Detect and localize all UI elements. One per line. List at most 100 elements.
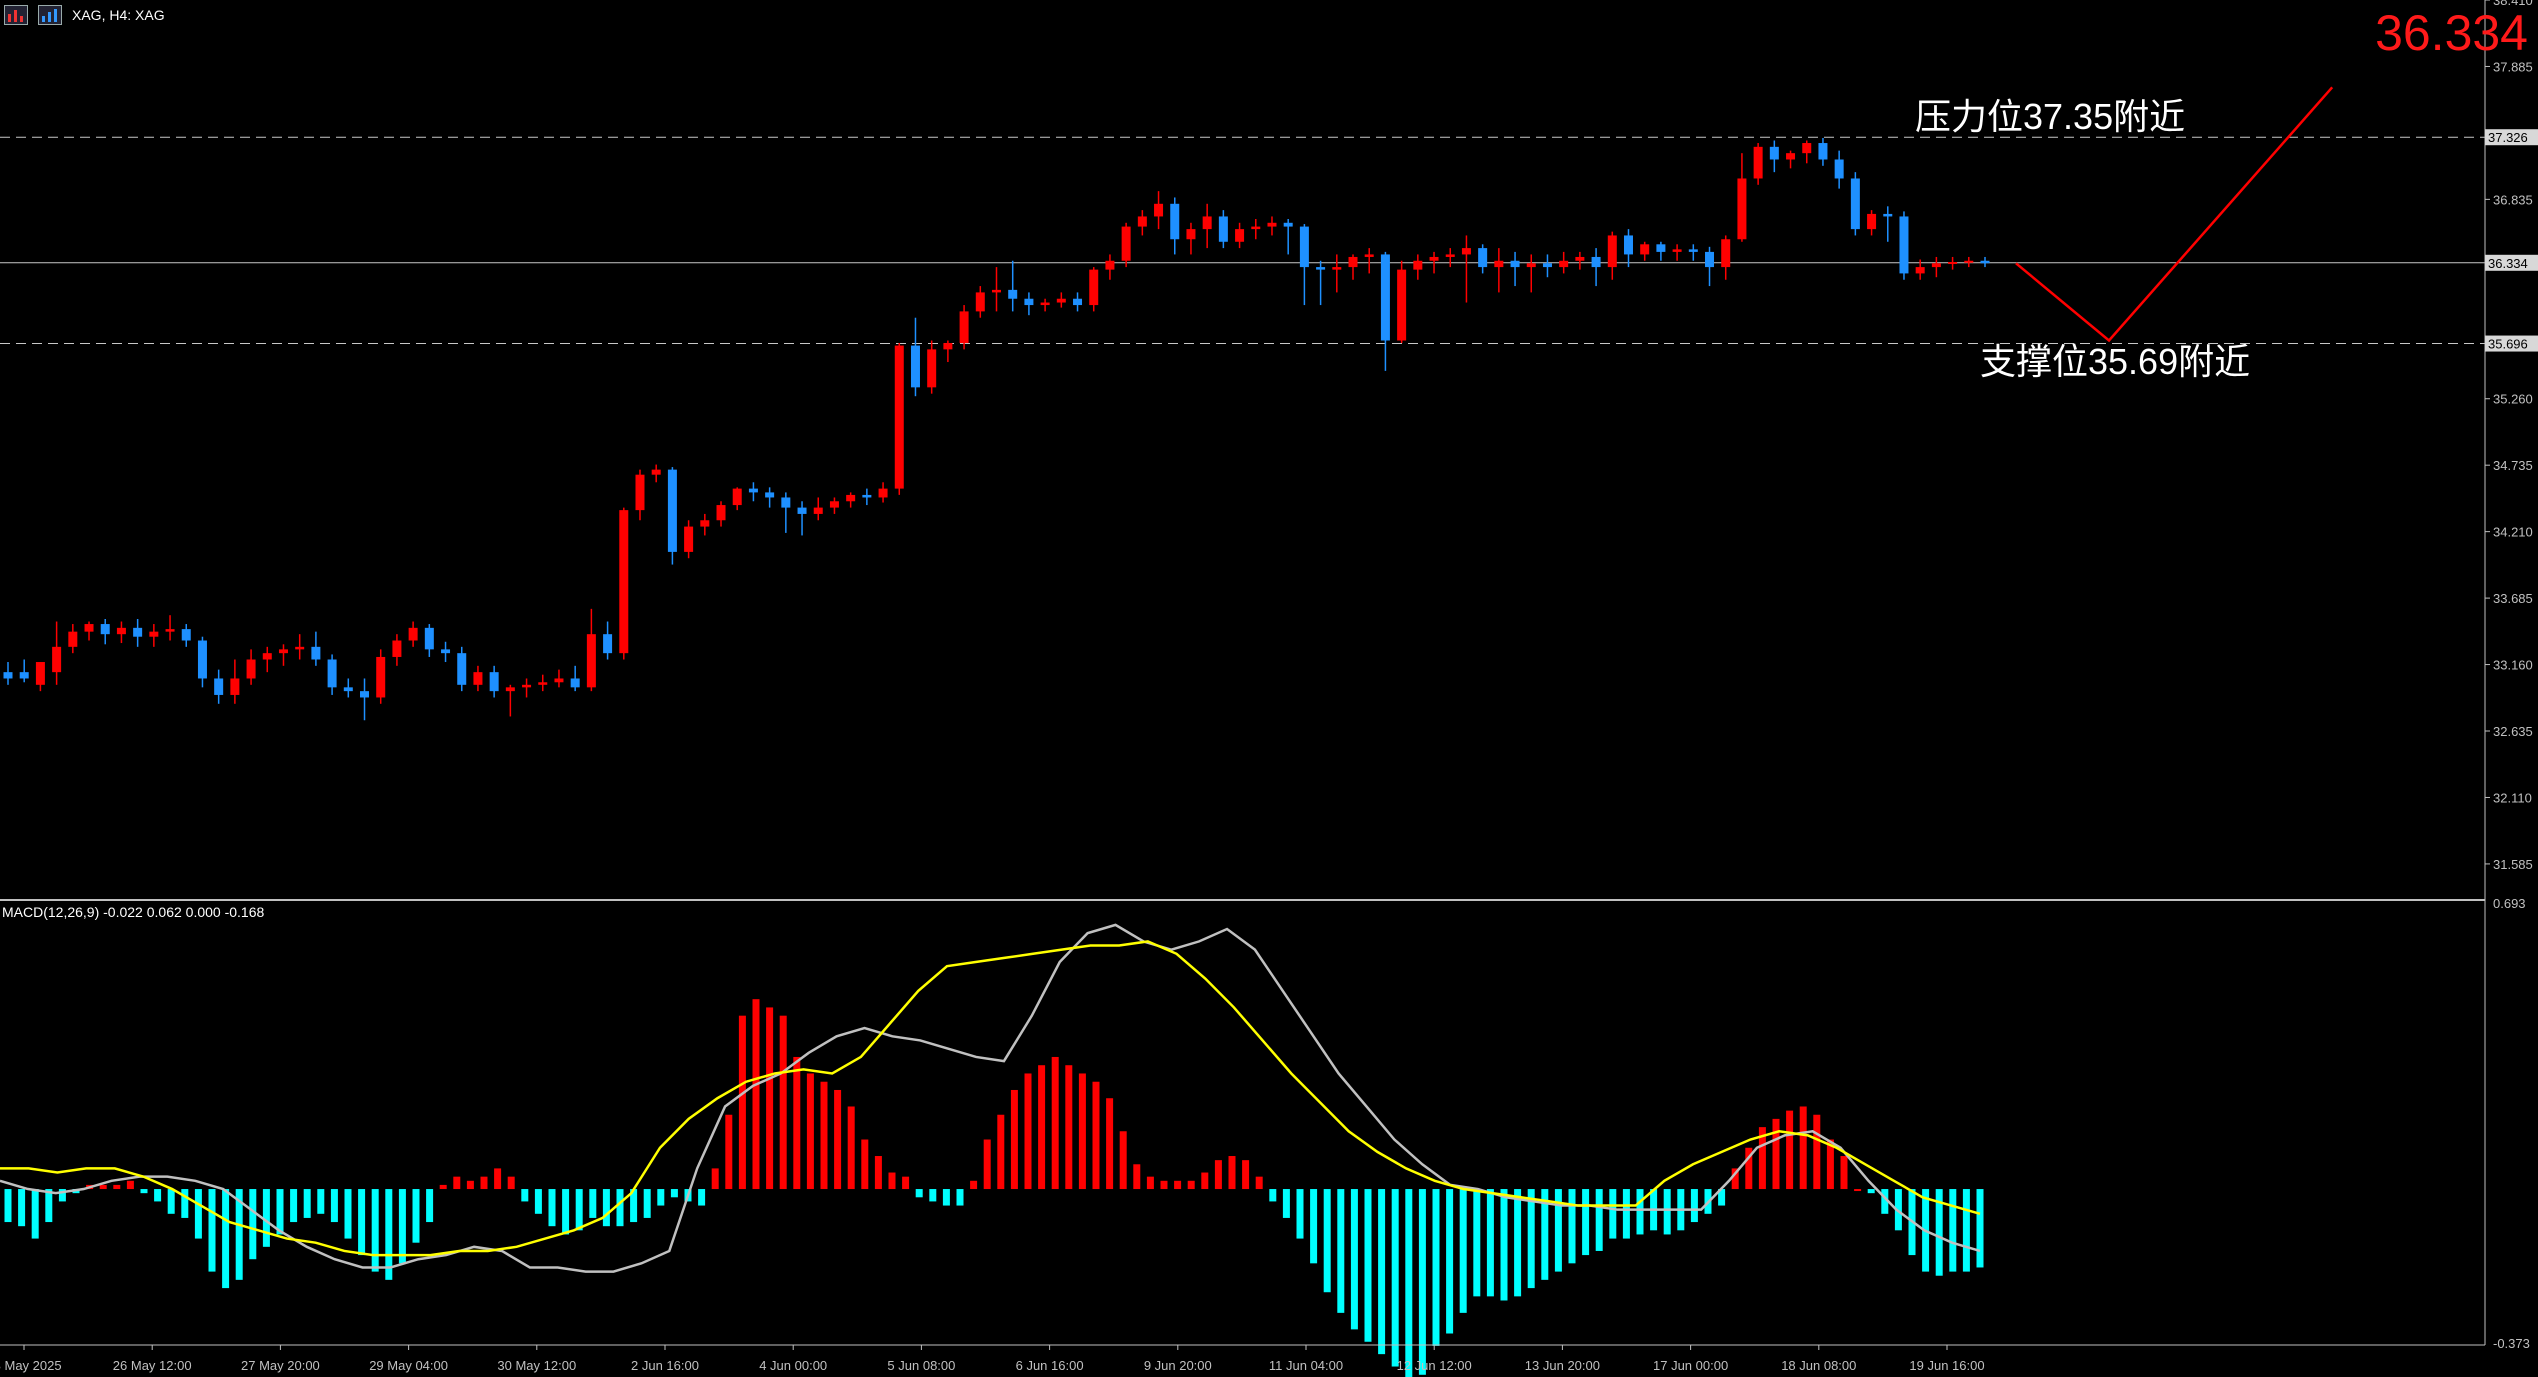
macd-histogram-bar	[1609, 1189, 1617, 1239]
macd-y-tick-label: -0.373	[2493, 1336, 2530, 1351]
y-tick-label: 35.260	[2493, 392, 2533, 407]
macd-histogram-bar	[412, 1189, 420, 1243]
candle-body	[1688, 249, 1698, 252]
candle-body	[1235, 229, 1245, 242]
candle-body	[1575, 256, 1585, 261]
candle-body	[1591, 256, 1601, 268]
candle-body	[1753, 146, 1763, 179]
macd-histogram-bar	[847, 1106, 855, 1190]
macd-histogram-bar	[1446, 1189, 1454, 1334]
macd-histogram-bar	[1622, 1189, 1630, 1239]
macd-histogram-bar	[126, 1180, 134, 1190]
macd-histogram-bar	[453, 1176, 461, 1190]
x-tick-label: 13 Jun 20:00	[1525, 1358, 1600, 1373]
candle-body	[1218, 216, 1228, 242]
candle-body	[473, 672, 483, 685]
macd-histogram-bar	[1949, 1189, 1957, 1272]
chart-icon[interactable]	[38, 5, 62, 25]
candle-body	[1542, 263, 1552, 268]
chart-title-bar: XAG, H4: XAG	[0, 0, 165, 30]
candle-body	[667, 469, 677, 552]
macd-histogram-bar	[766, 1007, 774, 1190]
candle-body	[1121, 226, 1131, 261]
candle-body	[1510, 260, 1520, 268]
macd-histogram-bar	[317, 1189, 325, 1214]
macd-histogram-bar	[806, 1073, 814, 1190]
candle-body	[1008, 289, 1018, 299]
candle-body	[1526, 263, 1536, 268]
price-level-tag-label: 37.326	[2488, 130, 2528, 145]
candle-body	[19, 672, 29, 679]
macd-histogram-bar	[1174, 1180, 1182, 1190]
candle-body	[392, 640, 402, 657]
candle-body	[1267, 222, 1277, 227]
macd-histogram-bar	[1690, 1189, 1698, 1223]
candle-body	[716, 505, 726, 521]
macd-histogram-bar	[1378, 1189, 1386, 1355]
candle-body	[894, 345, 904, 489]
x-tick-label: 11 Jun 04:00	[1269, 1358, 1343, 1373]
macd-histogram-bar	[181, 1189, 189, 1218]
candle-body	[1721, 239, 1731, 268]
candle-body	[1915, 267, 1925, 274]
macd-histogram-bar	[1405, 1189, 1413, 1377]
candle-body	[1964, 260, 1974, 263]
menu-icon[interactable]	[4, 5, 28, 25]
chart-canvas[interactable]: 38.41037.88537.32636.83536.33435.69635.2…	[0, 0, 2538, 1377]
macd-histogram-bar	[1514, 1189, 1522, 1297]
x-tick-label: 23 May 2025	[0, 1358, 62, 1373]
macd-histogram-bar	[1214, 1160, 1222, 1190]
macd-histogram-bar	[31, 1189, 39, 1239]
macd-histogram-bar	[1432, 1189, 1440, 1346]
candle-body	[1299, 226, 1309, 268]
macd-histogram-bar	[439, 1184, 447, 1190]
macd-histogram-bar	[1350, 1189, 1358, 1330]
candle-body	[1737, 178, 1747, 240]
candle-body	[1380, 254, 1390, 341]
macd-histogram-bar	[1595, 1189, 1603, 1251]
macd-histogram-bar	[575, 1189, 583, 1231]
macd-histogram-bar	[1010, 1089, 1018, 1190]
macd-y-tick-label: 0.693	[2493, 896, 2526, 911]
candle-body	[457, 653, 467, 685]
macd-histogram-bar	[1867, 1189, 1875, 1194]
macd-histogram-bar	[507, 1176, 515, 1190]
candle-body	[116, 627, 126, 635]
x-tick-label: 27 May 20:00	[241, 1358, 320, 1373]
candle-body	[1640, 244, 1650, 255]
candle-body	[181, 629, 191, 641]
candle-body	[1623, 235, 1633, 255]
macd-histogram-bar	[1813, 1114, 1821, 1190]
candle-body	[100, 624, 110, 635]
price-level-tag-label: 36.334	[2488, 256, 2528, 271]
candle-body	[846, 494, 856, 502]
candle-body	[327, 659, 337, 688]
y-tick-label: 34.210	[2493, 525, 2533, 540]
candle-body	[1073, 298, 1083, 306]
macd-histogram-bar	[1962, 1189, 1970, 1272]
candle-body	[360, 691, 370, 698]
x-tick-label: 12 Jun 12:00	[1397, 1358, 1472, 1373]
candle-body	[1769, 146, 1779, 160]
x-tick-label: 2 Jun 16:00	[631, 1358, 699, 1373]
candle-body	[1445, 254, 1455, 257]
macd-histogram-bar	[1282, 1189, 1290, 1218]
candle-body	[68, 631, 78, 647]
x-tick-label: 29 May 04:00	[369, 1358, 448, 1373]
x-tick-label: 6 Jun 16:00	[1016, 1358, 1084, 1373]
candle-body	[84, 624, 94, 632]
macd-histogram-bar	[602, 1189, 610, 1227]
candle-body	[1186, 229, 1196, 240]
macd-histogram-bar	[113, 1184, 121, 1190]
macd-histogram-bar	[670, 1189, 678, 1198]
y-tick-label: 32.635	[2493, 724, 2533, 739]
macd-histogram-bar	[1201, 1172, 1209, 1190]
support-annotation: 支撑位35.69附近	[1980, 341, 2251, 382]
candle-body	[1883, 213, 1893, 217]
candle-body	[230, 678, 240, 695]
macd-histogram-bar	[330, 1189, 338, 1223]
macd-histogram-bar	[820, 1081, 828, 1190]
macd-histogram-bar	[1228, 1156, 1236, 1190]
macd-histogram-bar	[167, 1189, 175, 1214]
macd-histogram-bar	[18, 1189, 26, 1227]
